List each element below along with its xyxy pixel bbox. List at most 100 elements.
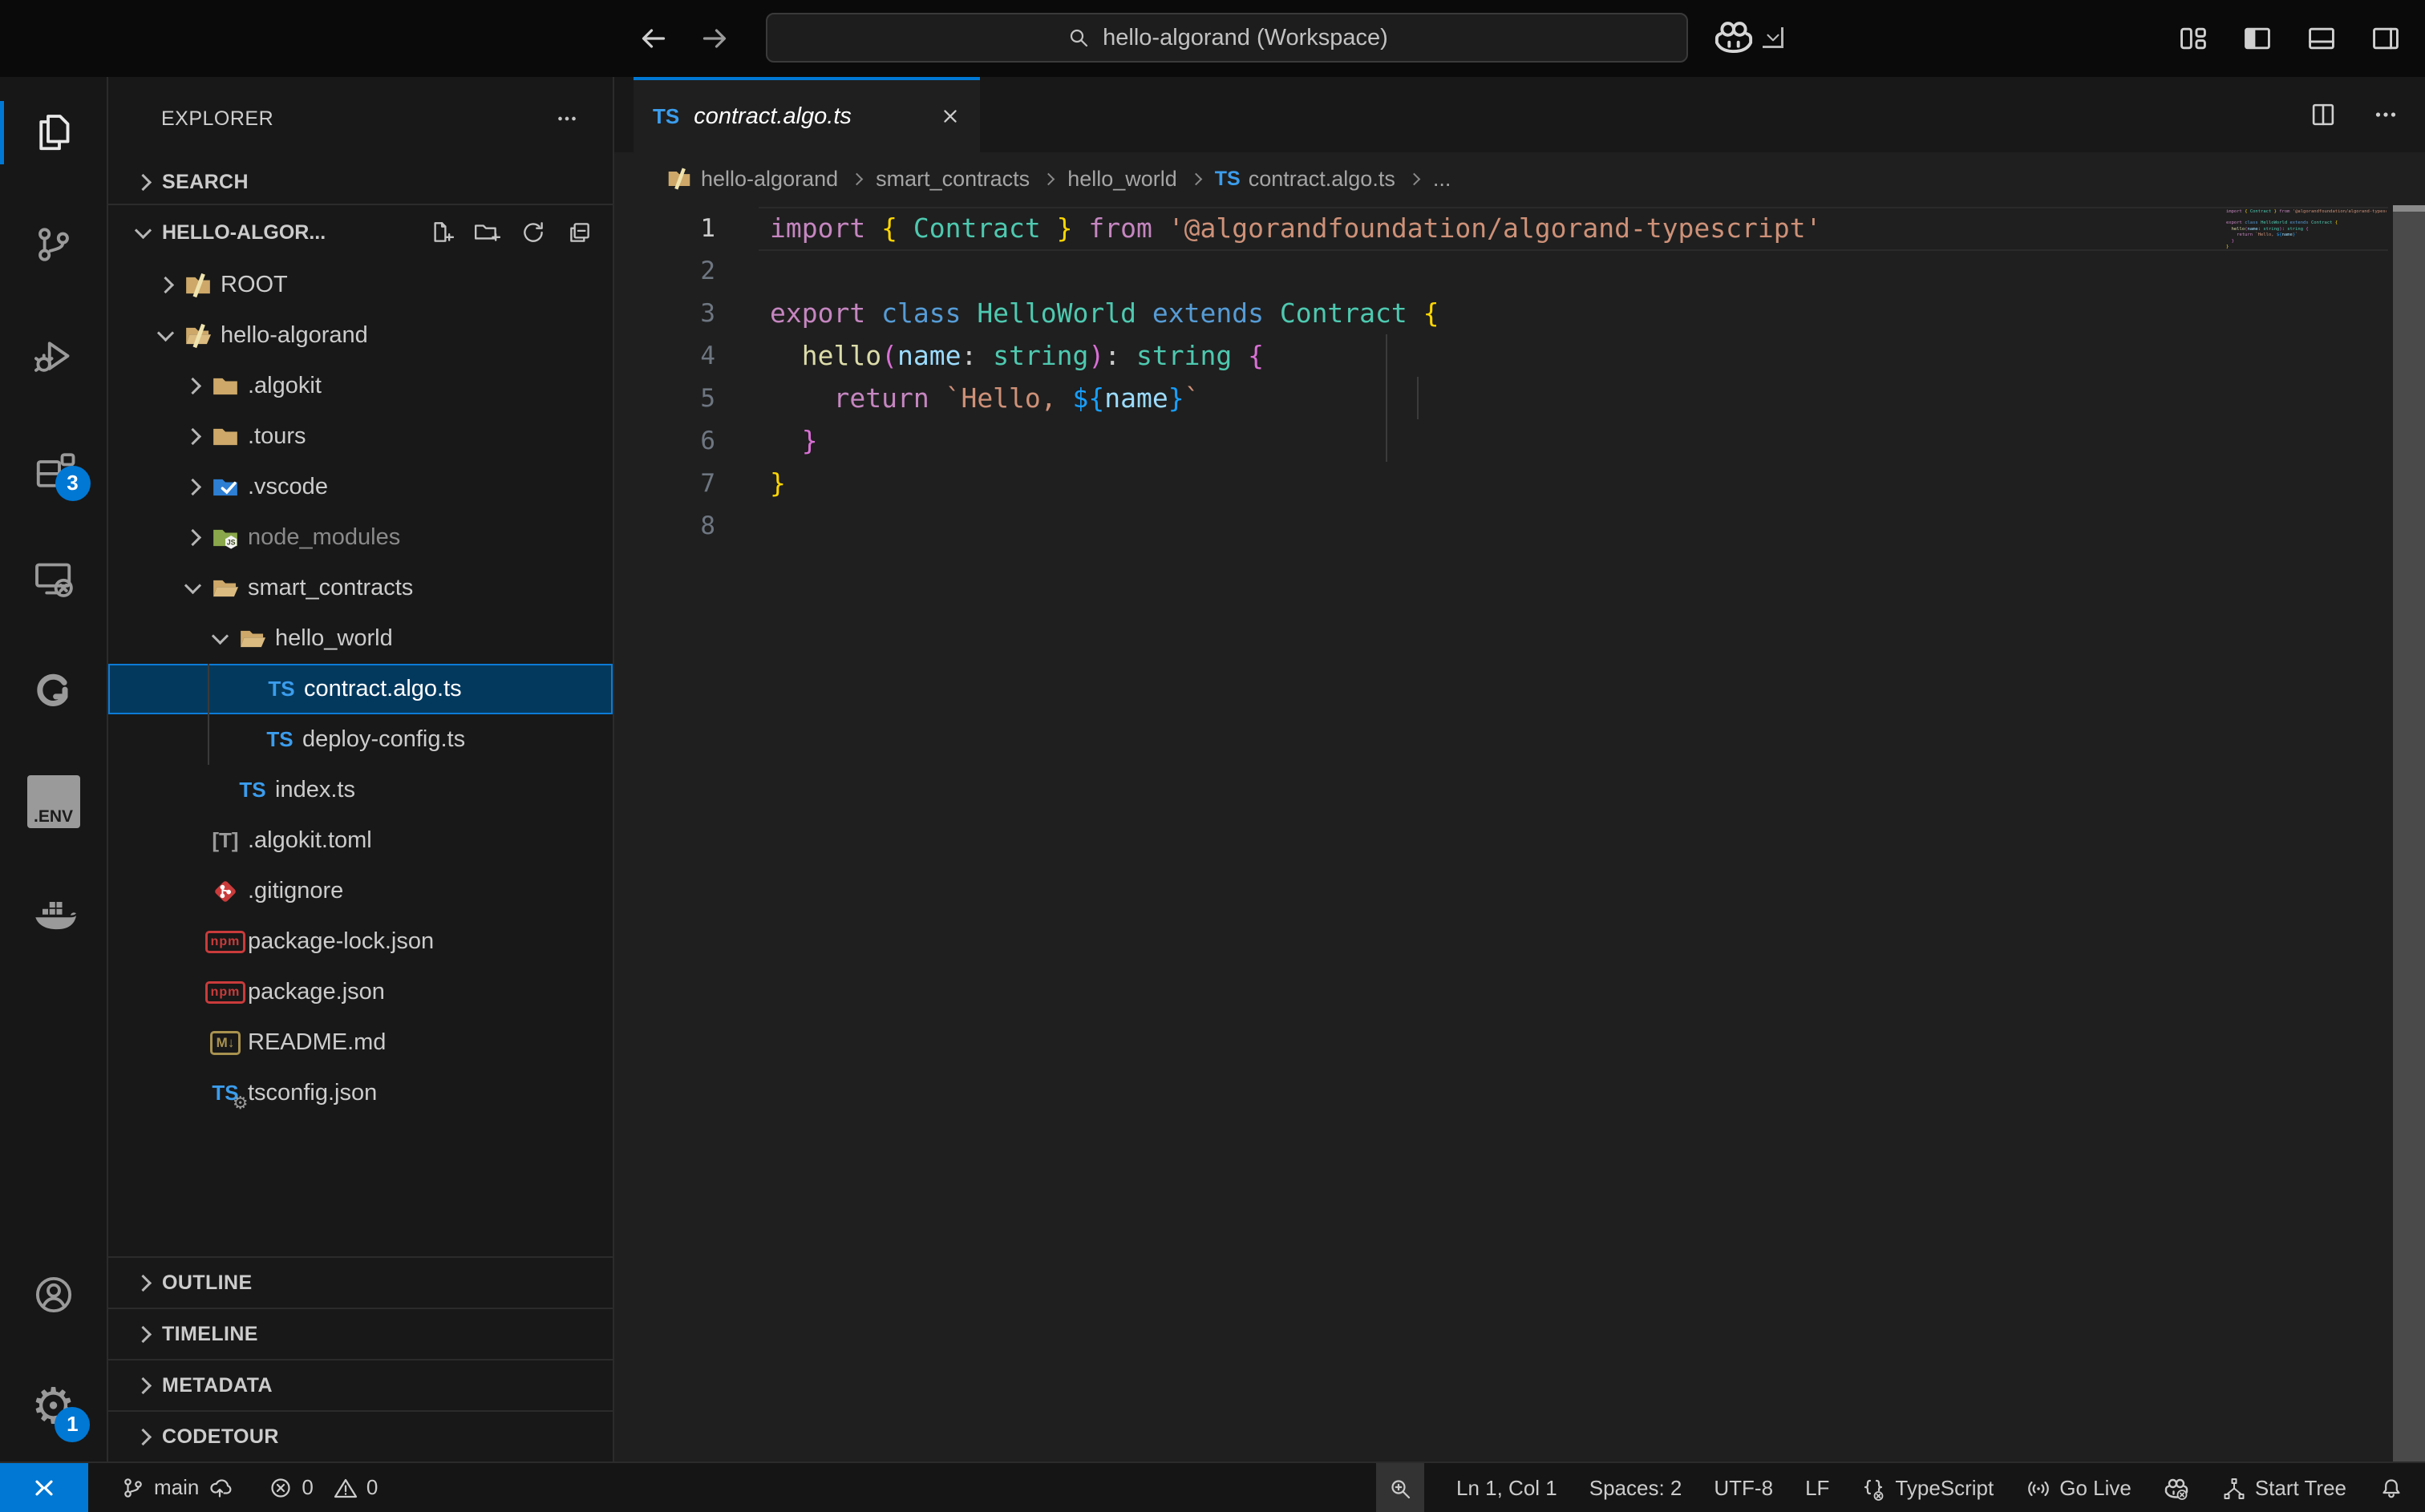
status-branch[interactable]: main [120, 1462, 233, 1512]
status-left: main 00 [120, 1462, 389, 1512]
activity-bar-item-docker[interactable] [0, 857, 107, 968]
layout-sidebar-left-icon[interactable] [2241, 22, 2274, 55]
section-metadata[interactable]: METADATA [108, 1359, 613, 1410]
activity-bar-item-dotenv[interactable]: .ENV [0, 746, 107, 857]
file-icon: npm [208, 926, 243, 958]
tree-item-hello_world[interactable]: hello_world [108, 613, 613, 664]
activity-bar-item-extensions[interactable]: 3 [0, 411, 107, 523]
activity-bar-spacer [0, 968, 107, 1239]
tree-item-node_modules[interactable]: JSnode_modules [108, 512, 613, 563]
tree-item-package.json[interactable]: npmpackage.json [108, 967, 613, 1017]
split-editor-icon[interactable] [2308, 99, 2338, 130]
code-editor[interactable]: 1import { Contract } from '@algorandfoun… [614, 205, 2425, 1461]
new-folder-icon[interactable] [473, 219, 500, 246]
status-indentation[interactable]: Spaces: 2 [1589, 1463, 1682, 1512]
activity-bar-item-explorer[interactable] [0, 77, 107, 188]
breadcrumb-label: hello-algorand [701, 167, 838, 192]
status-language-status[interactable]: TypeScript [1861, 1463, 1994, 1512]
status-problems[interactable]: 00 [268, 1462, 389, 1512]
tree-item-.vscode[interactable]: .vscode [108, 462, 613, 512]
tree-item-contract.algo.ts[interactable]: TScontract.algo.ts [108, 664, 613, 714]
breadcrumb-item-contract.algo.ts[interactable]: TScontract.algo.ts [1215, 154, 1395, 204]
tree-item-smart_contracts[interactable]: smart_contracts [108, 563, 613, 613]
back-button[interactable] [638, 22, 670, 55]
activity-bar-item-remote-explorer[interactable] [0, 523, 107, 634]
root-folder-icon [183, 270, 213, 301]
chevron-down-icon [135, 221, 152, 238]
status-go-live[interactable]: Go Live [2026, 1463, 2131, 1512]
activity-bar-item-accounts[interactable] [0, 1239, 107, 1350]
tab-contract-algo-ts[interactable]: TS contract.algo.ts [634, 77, 980, 152]
folder-open-icon [210, 573, 241, 604]
tree-item-README.md[interactable]: M↓README.md [108, 1017, 613, 1068]
refresh-icon[interactable] [520, 219, 547, 246]
status-bar: main 00 Ln 1, Col 1 Spaces: 2 UTF-8 LF TypeSc… [0, 1461, 2425, 1512]
tree-item-label: .gitignore [248, 878, 343, 904]
layout-sidebar-right-icon[interactable] [2369, 22, 2403, 55]
line-number: 2 [614, 257, 727, 285]
line-number: 7 [614, 469, 727, 498]
layout-panel-icon[interactable] [2305, 22, 2338, 55]
tree-item-tsconfig.json[interactable]: TS⚙tsconfig.json [108, 1068, 613, 1118]
breadcrumb-item-hello-algorand[interactable]: hello-algorand [666, 154, 838, 204]
activity-bar-item-source-control[interactable] [0, 188, 107, 300]
breadcrumb-item-hello_world[interactable]: hello_world [1067, 154, 1177, 204]
status-zoom[interactable] [1376, 1463, 1424, 1512]
breadcrumb-item-...[interactable]: ... [1433, 154, 1451, 204]
copilot-menu[interactable] [1713, 11, 1783, 64]
error-icon [268, 1475, 294, 1501]
tree-item-index.ts[interactable]: TSindex.ts [108, 765, 613, 815]
section-search[interactable]: SEARCH [108, 160, 613, 205]
section-timeline[interactable]: TIMELINE [108, 1308, 613, 1359]
algorand-icon [31, 668, 76, 713]
code-text: export class HelloWorld extends Contract… [2226, 220, 2338, 225]
new-file-icon[interactable] [427, 219, 454, 246]
tsconfig-file-icon: TS⚙ [212, 1081, 238, 1106]
badge: 1 [55, 1407, 90, 1442]
tree-item-.algokit[interactable]: .algokit [108, 361, 613, 411]
collapse-all-icon[interactable] [566, 219, 593, 246]
layout-icon[interactable] [2176, 22, 2210, 55]
tree-item-hello-algorand[interactable]: hello-algorand [108, 310, 613, 361]
chevron-right-icon [184, 479, 200, 495]
tree-item-package-lock.json[interactable]: npmpackage-lock.json [108, 916, 613, 967]
section-codetour[interactable]: CODETOUR [108, 1410, 613, 1461]
tree-item-.gitignore[interactable]: .gitignore [108, 866, 613, 916]
tree-item-ROOT[interactable]: ROOT [108, 260, 613, 310]
status-copilot-status[interactable] [2164, 1463, 2189, 1512]
activity-bar-item-algokit[interactable] [0, 634, 107, 746]
code-line-8 [2226, 250, 2387, 256]
more-actions-icon[interactable] [2370, 99, 2401, 130]
sidebar-more-actions-icon[interactable] [553, 105, 581, 132]
workspace-header[interactable]: HELLO-ALGOR... [108, 205, 613, 260]
status-eol[interactable]: LF [1805, 1463, 1829, 1512]
line-number: 6 [614, 427, 727, 455]
tree-item-.algokit.toml[interactable]: [T].algokit.toml [108, 815, 613, 866]
tree-item-deploy-config.ts[interactable]: TSdeploy-config.ts [108, 714, 613, 765]
forward-button[interactable] [698, 22, 731, 55]
status-encoding[interactable]: UTF-8 [1714, 1463, 1773, 1512]
nav-arrows [638, 0, 731, 77]
section-outline[interactable]: OUTLINE [108, 1256, 613, 1308]
source-control-icon [31, 222, 76, 267]
status-start-tree[interactable]: Start Tree [2221, 1463, 2346, 1512]
remote-indicator[interactable] [0, 1463, 88, 1512]
status-cursor-position[interactable]: Ln 1, Col 1 [1456, 1463, 1557, 1512]
command-center[interactable]: hello-algorand (Workspace) [766, 13, 1688, 63]
editor-scrollbar[interactable] [2393, 205, 2425, 1461]
status-notifications[interactable] [2378, 1463, 2404, 1512]
account-icon [31, 1272, 76, 1317]
code-line-7: 7} [614, 462, 2388, 504]
breadcrumb-item-smart_contracts[interactable]: smart_contracts [876, 154, 1030, 204]
code-line-5: return `Hello, ${name}` [2226, 232, 2387, 238]
activity-bar-item-run-and-debug[interactable] [0, 300, 107, 411]
activity-bar-item-settings[interactable]: ⚙1 [0, 1350, 107, 1461]
folder-icon [210, 371, 241, 402]
tree-item-label: .algokit [248, 373, 322, 399]
close-icon[interactable] [938, 104, 962, 128]
tree-item-label: README.md [248, 1029, 386, 1056]
file-icon: JS [208, 522, 243, 554]
minimap[interactable]: import { Contract } from '@algorandfound… [2226, 208, 2387, 256]
tree-item-.tours[interactable]: .tours [108, 411, 613, 462]
debug-icon [31, 334, 76, 378]
